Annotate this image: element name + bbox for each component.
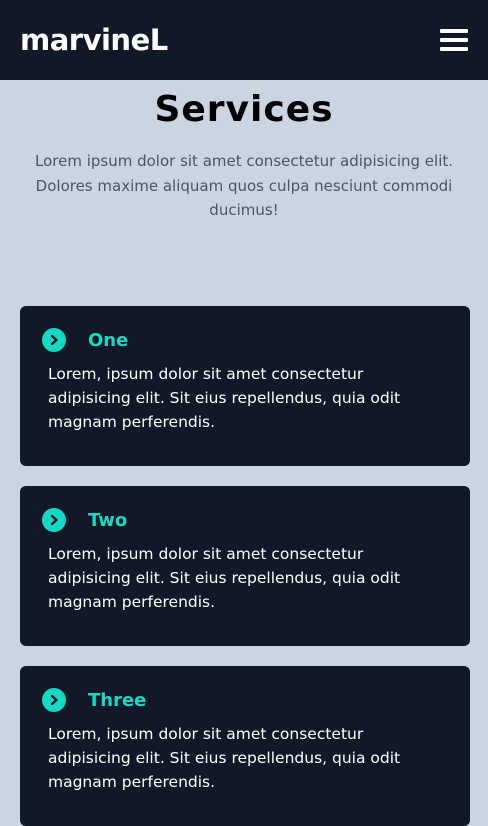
service-card-header: One bbox=[42, 328, 442, 352]
services-description: Lorem ipsum dolor sit amet consectetur a… bbox=[34, 152, 454, 219]
brand-logo[interactable]: marvineL bbox=[20, 23, 168, 57]
service-card-two: Two Lorem, ipsum dolor sit amet consecte… bbox=[20, 486, 470, 646]
service-card-three: Three Lorem, ipsum dolor sit amet consec… bbox=[20, 666, 470, 826]
chevron-right-circle-icon bbox=[42, 508, 66, 532]
service-title: Three bbox=[88, 689, 147, 711]
service-text: Lorem, ipsum dolor sit amet consectetur … bbox=[48, 365, 401, 431]
menu-bar bbox=[440, 29, 468, 33]
chevron-right-circle-icon bbox=[42, 688, 66, 712]
page-title: Services bbox=[154, 89, 334, 130]
chevron-right-circle-icon bbox=[42, 328, 66, 352]
services-header: Services Lorem ipsum dolor sit amet cons… bbox=[0, 80, 488, 223]
service-card-header: Two bbox=[42, 508, 442, 532]
menu-bar bbox=[440, 47, 468, 51]
service-card-header: Three bbox=[42, 688, 442, 712]
service-title: Two bbox=[88, 509, 128, 531]
service-text: Lorem, ipsum dolor sit amet consectetur … bbox=[48, 545, 401, 611]
menu-bar bbox=[440, 38, 468, 42]
hamburger-menu-icon[interactable] bbox=[440, 29, 468, 51]
navbar: marvineL bbox=[0, 0, 488, 80]
service-text: Lorem, ipsum dolor sit amet consectetur … bbox=[48, 725, 401, 791]
service-card-one: One Lorem, ipsum dolor sit amet consecte… bbox=[20, 306, 470, 466]
service-title: One bbox=[88, 329, 129, 351]
